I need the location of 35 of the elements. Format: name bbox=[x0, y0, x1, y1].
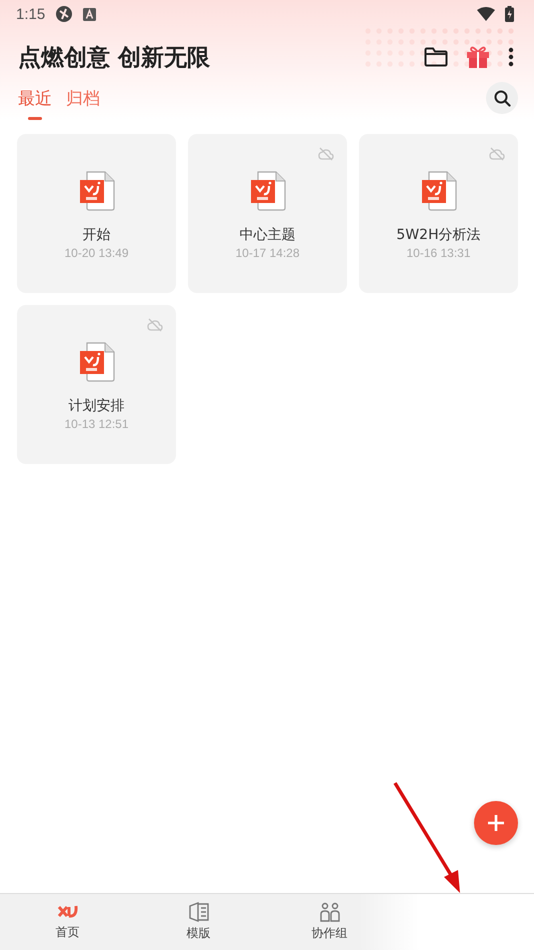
gift-icon[interactable] bbox=[466, 45, 490, 69]
file-name: 计划安排 bbox=[68, 397, 124, 415]
book-icon bbox=[188, 902, 208, 922]
file-card[interactable]: 中心主题 10-17 14:28 bbox=[188, 134, 347, 293]
nav-tab[interactable]: 首页 bbox=[2, 894, 133, 950]
nav-tab[interactable]: 协作组 bbox=[264, 894, 395, 950]
file-name: 中心主题 bbox=[240, 226, 296, 244]
app-title: 点燃创意 创新无限 bbox=[18, 44, 210, 72]
mindmap-file-icon bbox=[250, 171, 286, 211]
mindmap-file-icon bbox=[420, 171, 456, 211]
app-notification-icon bbox=[55, 5, 74, 23]
wifi-icon bbox=[477, 7, 495, 21]
file-date: 10-20 13:49 bbox=[64, 246, 129, 260]
mindmap-file-icon bbox=[78, 342, 114, 382]
add-button[interactable] bbox=[474, 801, 518, 845]
plus-icon bbox=[487, 814, 505, 832]
search-button[interactable] bbox=[486, 82, 518, 114]
status-time: 1:15 bbox=[16, 6, 46, 22]
file-card[interactable]: 5W2H分析法 10-16 13:31 bbox=[359, 134, 518, 293]
file-date: 10-17 14:28 bbox=[235, 246, 300, 260]
file-name: 5W2H分析法 bbox=[396, 226, 481, 244]
file-card[interactable]: 开始 10-20 13:49 bbox=[17, 134, 176, 293]
file-name: 开始 bbox=[82, 226, 110, 244]
file-date: 10-16 13:31 bbox=[406, 246, 471, 260]
battery-charging-icon bbox=[505, 6, 514, 22]
keyboard-notification-icon bbox=[83, 8, 96, 20]
file-date: 10-13 12:51 bbox=[64, 417, 129, 431]
file-card[interactable]: 计划安排 10-13 12:51 bbox=[17, 305, 176, 464]
folder-icon[interactable] bbox=[424, 47, 448, 67]
search-icon bbox=[494, 90, 510, 106]
people-icon bbox=[320, 902, 340, 922]
tab[interactable]: 最近 bbox=[18, 84, 52, 120]
more-options-icon[interactable] bbox=[508, 47, 514, 67]
nav-tab[interactable]: 模版 bbox=[133, 894, 264, 950]
mindmap-file-icon bbox=[78, 171, 114, 211]
